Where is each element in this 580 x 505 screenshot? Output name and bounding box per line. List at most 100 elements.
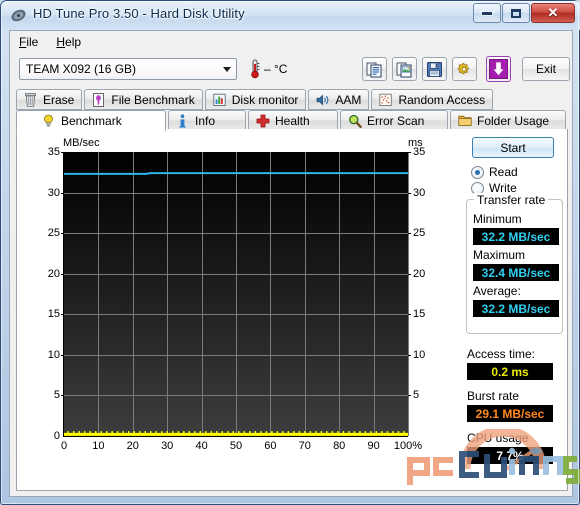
start-button-label: Start	[500, 140, 526, 155]
access-time-sample	[188, 431, 191, 434]
tab-info[interactable]: Info	[168, 110, 246, 131]
access-time-sample	[232, 431, 235, 434]
access-time-sample	[309, 431, 312, 434]
y2-axis-tick	[408, 395, 411, 397]
exit-button[interactable]: Exit	[522, 57, 570, 81]
benchmark-panel: MB/sec ms 0 10 20 30 40 50 60 70 80 90 100% 0 5 10 15 2…	[16, 129, 568, 491]
chart-y-axis-label: MB/sec	[63, 137, 100, 149]
access-time-sample	[205, 431, 207, 434]
tab-disk-monitor[interactable]: Disk monitor	[204, 89, 307, 110]
copy-image-button[interactable]	[392, 57, 417, 81]
tab-file-benchmark-label: File Benchmark	[111, 92, 195, 107]
access-time-sample	[392, 431, 394, 434]
tab-erase-label: Erase	[43, 92, 75, 107]
access-time-sample	[353, 431, 356, 434]
speaker-icon	[315, 92, 330, 107]
tab-random-access[interactable]: Random Access	[371, 89, 494, 110]
access-time-sample	[83, 431, 86, 434]
x-axis-tick-label: 70	[298, 440, 311, 452]
access-time-sample	[127, 431, 130, 434]
tab-bar: Erase File Benchmark Disk monitor AAM Ra…	[10, 89, 572, 131]
radio-read[interactable]: Read	[471, 165, 518, 179]
access-time-sample	[199, 431, 202, 434]
tab-error-scan-label: Error Scan	[367, 113, 425, 128]
copy-text-button[interactable]	[362, 57, 387, 81]
close-button[interactable]: ✕	[531, 3, 575, 23]
app-window: HD Tune Pro 3.50 - Hard Disk Utility ✕ F…	[0, 0, 580, 505]
tab-folder-usage[interactable]: Folder Usage	[450, 110, 566, 131]
access-time-sample	[144, 431, 146, 434]
y-axis-tick-label: 25	[47, 227, 60, 240]
tab-folder-usage-label: Folder Usage	[477, 113, 550, 128]
close-icon: ✕	[547, 5, 559, 20]
access-time-sample	[138, 431, 141, 434]
access-time-sample	[265, 431, 268, 434]
tab-error-scan[interactable]: Error Scan	[340, 110, 448, 131]
bar-chart-icon	[212, 92, 227, 107]
access-time-sample	[105, 431, 108, 434]
tab-row-secondary: Erase File Benchmark Disk monitor AAM Ra…	[16, 89, 494, 110]
drive-select-value: TEAM X092 (16 GB)	[26, 62, 137, 76]
access-time-sample	[166, 431, 169, 434]
tab-aam-label: AAM	[335, 92, 362, 107]
tab-erase[interactable]: Erase	[16, 89, 83, 110]
y-axis-tick-label: 10	[47, 348, 60, 361]
copy-text-icon	[366, 62, 382, 77]
tab-info-label: Info	[195, 113, 216, 128]
tab-file-benchmark[interactable]: File Benchmark	[84, 89, 203, 110]
tab-benchmark-label: Benchmark	[61, 113, 122, 128]
random-access-icon	[378, 92, 393, 107]
chart-series-svg	[64, 172, 408, 436]
access-time-sample	[122, 431, 124, 434]
tab-health[interactable]: Health	[248, 110, 338, 131]
download-button[interactable]	[486, 56, 511, 82]
gears-icon	[457, 62, 469, 74]
access-time-sample	[364, 431, 367, 434]
access-time-sample	[78, 431, 80, 434]
start-button[interactable]: Start	[472, 137, 554, 158]
y2-axis-tick-label: 15	[413, 308, 426, 321]
save-button[interactable]	[422, 57, 447, 81]
options-button[interactable]	[452, 57, 477, 81]
floppy-disk-icon	[427, 61, 442, 77]
y2-axis-tick	[408, 354, 411, 356]
maximum-value: 32.4 MB/sec	[473, 264, 559, 281]
access-time-sample	[359, 431, 361, 434]
access-time-sample	[216, 431, 218, 434]
access-time-value: 0.2 ms	[467, 363, 553, 380]
tab-aam[interactable]: AAM	[308, 89, 370, 110]
menu-item-help[interactable]: Help	[47, 33, 90, 51]
access-time-sample	[238, 431, 240, 434]
file-benchmark-icon	[91, 92, 106, 107]
access-time-sample	[172, 431, 174, 434]
x-axis-tick-label: 0	[60, 440, 68, 452]
maximize-button[interactable]	[502, 3, 530, 23]
y-axis-tick-label: 0	[53, 430, 60, 442]
x-axis-tick-label: 20	[126, 440, 139, 452]
menu-item-file[interactable]: File	[10, 33, 47, 51]
red-cross-icon	[255, 113, 270, 128]
y2-axis-tick-label: 35	[413, 146, 426, 158]
y2-axis-tick-label: 20	[413, 267, 426, 280]
tab-health-label: Health	[275, 113, 310, 128]
tab-benchmark[interactable]: Benchmark	[16, 110, 166, 131]
y-axis-tick-label: 5	[53, 389, 60, 402]
access-time-sample	[337, 431, 339, 434]
access-time-sample	[315, 431, 317, 434]
access-time-sample	[155, 431, 158, 434]
access-time-sample	[304, 431, 306, 434]
minimize-button[interactable]	[473, 3, 501, 23]
burst-rate-label: Burst rate	[467, 389, 520, 403]
y2-axis-tick	[408, 152, 411, 153]
drive-select[interactable]: TEAM X092 (16 GB)	[19, 58, 237, 80]
title-bar[interactable]: HD Tune Pro 3.50 - Hard Disk Utility ✕	[1, 1, 580, 30]
average-value: 32.2 MB/sec	[473, 300, 559, 317]
gridline-vertical	[408, 152, 409, 436]
toolbar: TEAM X092 (16 GB) – °C Exit	[10, 52, 572, 90]
access-time-sample	[249, 431, 251, 434]
copy-image-icon	[396, 62, 412, 77]
access-time-sample	[67, 431, 69, 434]
window-title: HD Tune Pro 3.50 - Hard Disk Utility	[33, 6, 245, 21]
access-time-sample	[210, 431, 213, 434]
x-axis-tick-label: 40	[195, 440, 208, 452]
